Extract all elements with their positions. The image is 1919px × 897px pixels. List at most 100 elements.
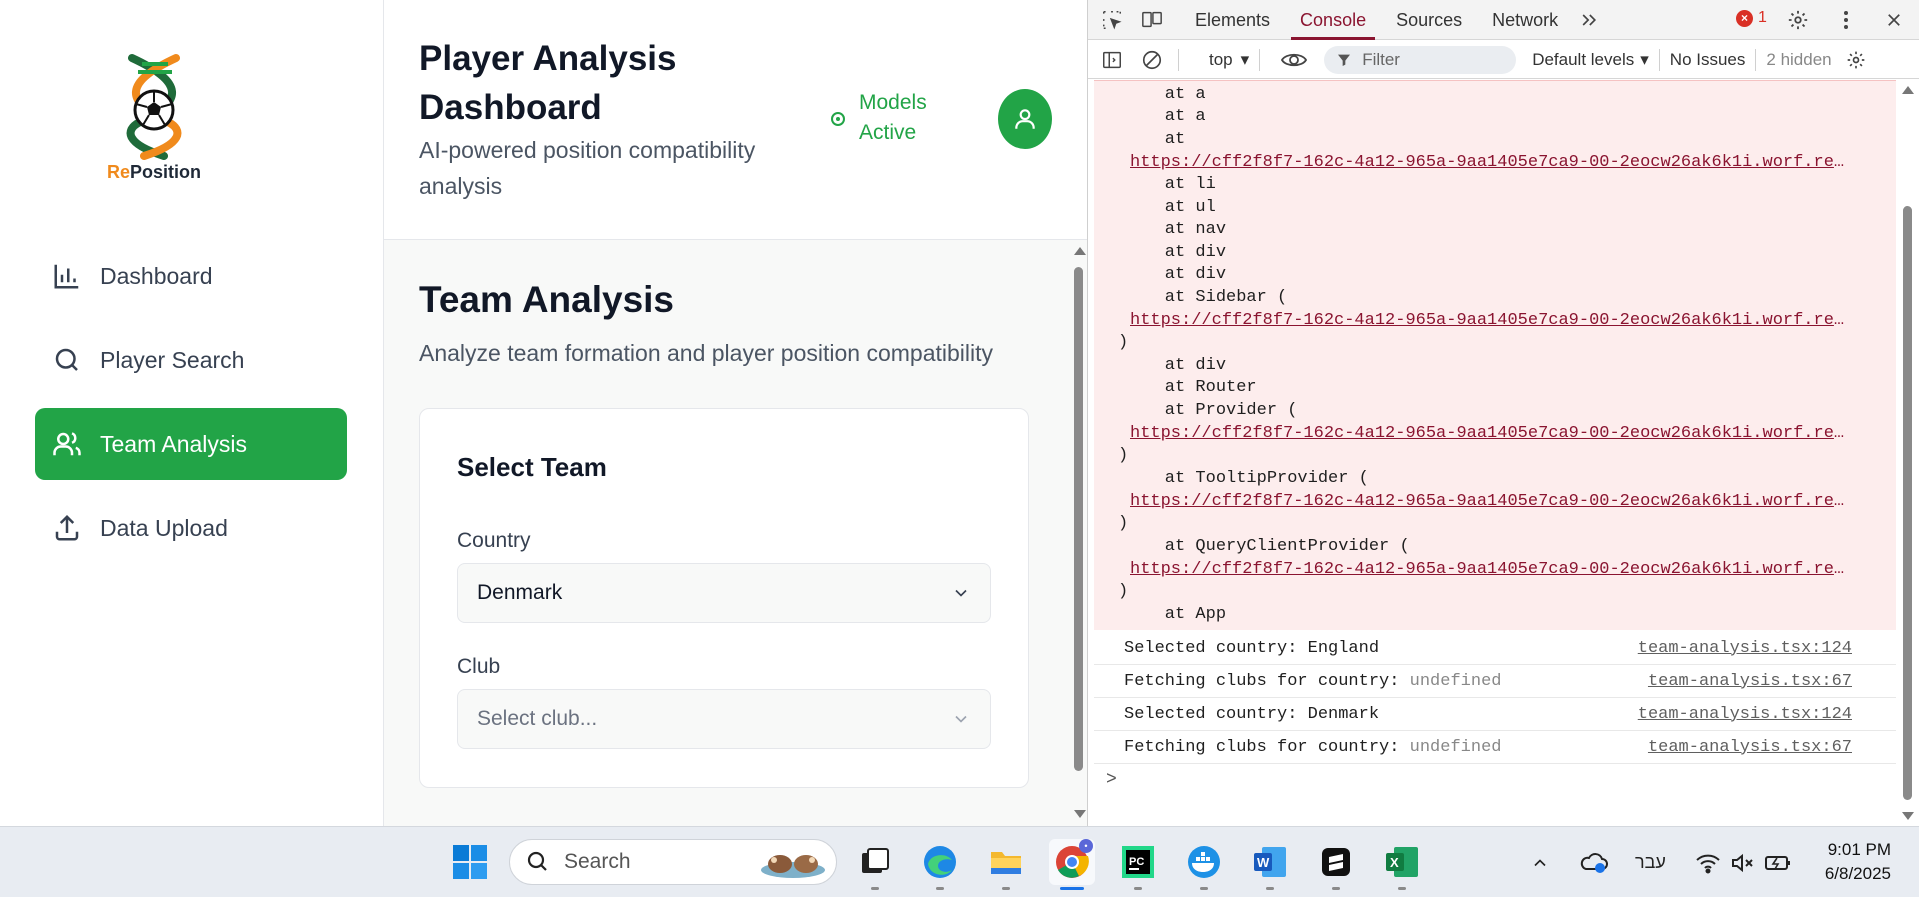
dropdown-arrow-icon: ▾	[1240, 49, 1250, 69]
console-scrollbar[interactable]	[1897, 80, 1919, 826]
stack-source-link[interactable]: https://cff2f8f7-162c-4a12-965a-9aa1405e…	[1130, 424, 1852, 443]
log-source-link[interactable]: team-analysis.tsx:67	[1648, 738, 1852, 757]
task-view-button[interactable]	[852, 839, 898, 890]
taskbar-chrome[interactable]: •	[1049, 839, 1095, 890]
language-indicator[interactable]: עבר	[1635, 827, 1666, 897]
users-icon	[53, 432, 81, 456]
start-button[interactable]	[447, 839, 493, 885]
stack-source-link[interactable]: https://cff2f8f7-162c-4a12-965a-9aa1405e…	[1130, 560, 1852, 579]
context-selector[interactable]: top ▾	[1209, 50, 1249, 70]
stack-frame: at li	[1124, 175, 1216, 194]
dropdown-arrow-icon: ▾	[1640, 49, 1649, 69]
onedrive-tray[interactable]	[1580, 827, 1608, 897]
wifi-icon	[1696, 854, 1720, 873]
live-expression-eye-icon[interactable]	[1278, 44, 1310, 76]
sidebar-item-dashboard[interactable]: Dashboard	[35, 240, 347, 312]
console-settings-gear-icon[interactable]	[1840, 44, 1872, 76]
search-highlight-otters-icon	[761, 855, 825, 878]
console-log-row: Selected country: Denmark team-analysis.…	[1094, 698, 1896, 731]
page-content: Team Analysis Analyze team formation and…	[384, 241, 1064, 826]
tab-sources[interactable]: Sources	[1381, 0, 1477, 40]
log-message: Selected country: England	[1124, 638, 1380, 658]
country-select-value: Denmark	[477, 581, 563, 604]
inspect-element-icon[interactable]	[1096, 4, 1128, 36]
stack-frame: at div	[1124, 265, 1227, 284]
scroll-down-arrow-icon[interactable]	[1902, 812, 1914, 820]
taskbar-search-box[interactable]: Search	[509, 839, 837, 885]
show-hidden-icons[interactable]	[1530, 827, 1550, 897]
issues-indicator[interactable]: No Issues	[1670, 50, 1746, 70]
taskbar-docker[interactable]	[1181, 839, 1227, 890]
stack-source-link[interactable]: https://cff2f8f7-162c-4a12-965a-9aa1405e…	[1130, 153, 1852, 172]
scrollbar-thumb[interactable]	[1074, 267, 1083, 771]
taskbar-pycharm[interactable]: PC	[1115, 839, 1161, 890]
card-title: Select Team	[457, 452, 607, 482]
taskbar-word[interactable]: W	[1247, 839, 1293, 890]
stack-frame: at Provider (	[1124, 401, 1298, 420]
log-source-link[interactable]: team-analysis.tsx:124	[1638, 639, 1852, 658]
sidebar-item-player-search[interactable]: Player Search	[35, 324, 347, 396]
scrollbar-thumb[interactable]	[1903, 206, 1912, 800]
toolbar-divider	[1259, 48, 1261, 71]
more-tabs-chevron-icon[interactable]	[1573, 4, 1605, 36]
log-message: Selected country: Denmark	[1124, 704, 1380, 724]
console-filter-input[interactable]: Filter	[1324, 45, 1517, 74]
console-prompt-input[interactable]: >	[1106, 770, 1117, 790]
svg-text:X: X	[1390, 855, 1399, 870]
scroll-up-arrow-icon[interactable]	[1074, 247, 1086, 255]
main-scrollbar[interactable]	[1067, 241, 1087, 826]
battery-tray[interactable]	[1764, 827, 1792, 897]
error-message-block: at a at a at https://cff2f8f7-162c-4a12-…	[1094, 80, 1896, 630]
taskbar-file-explorer[interactable]	[983, 839, 1029, 890]
tab-elements[interactable]: Elements	[1180, 0, 1285, 40]
stack-source-link[interactable]: https://cff2f8f7-162c-4a12-965a-9aa1405e…	[1130, 311, 1852, 330]
sidebar-item-label: Data Upload	[100, 514, 228, 541]
device-toolbar-icon[interactable]	[1136, 4, 1168, 36]
docker-icon	[1188, 846, 1220, 878]
volume-tray[interactable]	[1730, 827, 1756, 897]
scroll-down-arrow-icon[interactable]	[1074, 810, 1086, 818]
settings-gear-icon[interactable]	[1782, 4, 1814, 36]
clock-date: 6/8/2025	[1824, 864, 1891, 883]
sidebar-toggle-icon[interactable]	[1096, 44, 1128, 76]
taskbar-excel[interactable]: X	[1379, 839, 1425, 890]
scroll-up-arrow-icon[interactable]	[1902, 86, 1914, 94]
stack-frame: at Sidebar (	[1124, 288, 1288, 307]
tab-network[interactable]: Network	[1477, 0, 1573, 40]
volume-muted-icon	[1732, 853, 1753, 872]
taskbar-clock[interactable]: 9:01 PM 6/8/2025	[1825, 838, 1891, 886]
log-source-link[interactable]: team-analysis.tsx:67	[1648, 672, 1852, 691]
clock-time: 9:01 PM	[1827, 840, 1891, 859]
user-avatar-button[interactable]	[998, 89, 1052, 149]
stack-frame: at Router	[1124, 378, 1257, 397]
tab-console[interactable]: Console	[1285, 0, 1381, 40]
stack-source-link[interactable]: https://cff2f8f7-162c-4a12-965a-9aa1405e…	[1130, 492, 1852, 511]
stack-frame: at App	[1124, 605, 1227, 624]
taskbar-edge[interactable]	[917, 839, 963, 890]
console-log-row: Selected country: England team-analysis.…	[1094, 632, 1896, 665]
bar-chart-icon	[54, 264, 79, 289]
chevron-up-icon	[1534, 858, 1546, 866]
kebab-menu-icon[interactable]	[1830, 4, 1862, 36]
devtools-tab-bar: Elements Console Sources Network × 1	[1088, 0, 1919, 40]
sidebar-item-data-upload[interactable]: Data Upload	[35, 492, 347, 564]
club-select[interactable]: Select club...	[457, 689, 991, 749]
sidebar-item-team-analysis[interactable]: Team Analysis	[35, 408, 347, 480]
windows-logo-icon	[453, 845, 487, 879]
toolbar-divider	[1755, 48, 1757, 71]
close-devtools-icon[interactable]	[1878, 4, 1910, 36]
wifi-tray[interactable]	[1695, 827, 1721, 897]
country-select[interactable]: Denmark	[457, 563, 991, 623]
error-count-badge[interactable]: × 1	[1736, 9, 1767, 27]
user-icon	[1015, 109, 1035, 129]
edge-icon	[924, 846, 956, 878]
log-levels-dropdown[interactable]: Default levels ▾	[1532, 50, 1649, 70]
screen: RePosition Dashboard Player Search Team …	[0, 0, 1919, 897]
stack-frame: at div	[1124, 243, 1227, 262]
console-toolbar: top ▾ Filter Default levels ▾ No Issues …	[1088, 41, 1919, 79]
stack-frame: at nav	[1124, 220, 1227, 239]
app-logo[interactable]: RePosition	[104, 52, 204, 182]
log-source-link[interactable]: team-analysis.tsx:124	[1638, 705, 1852, 724]
taskbar-app[interactable]	[1313, 839, 1359, 890]
clear-console-icon[interactable]	[1136, 44, 1168, 76]
